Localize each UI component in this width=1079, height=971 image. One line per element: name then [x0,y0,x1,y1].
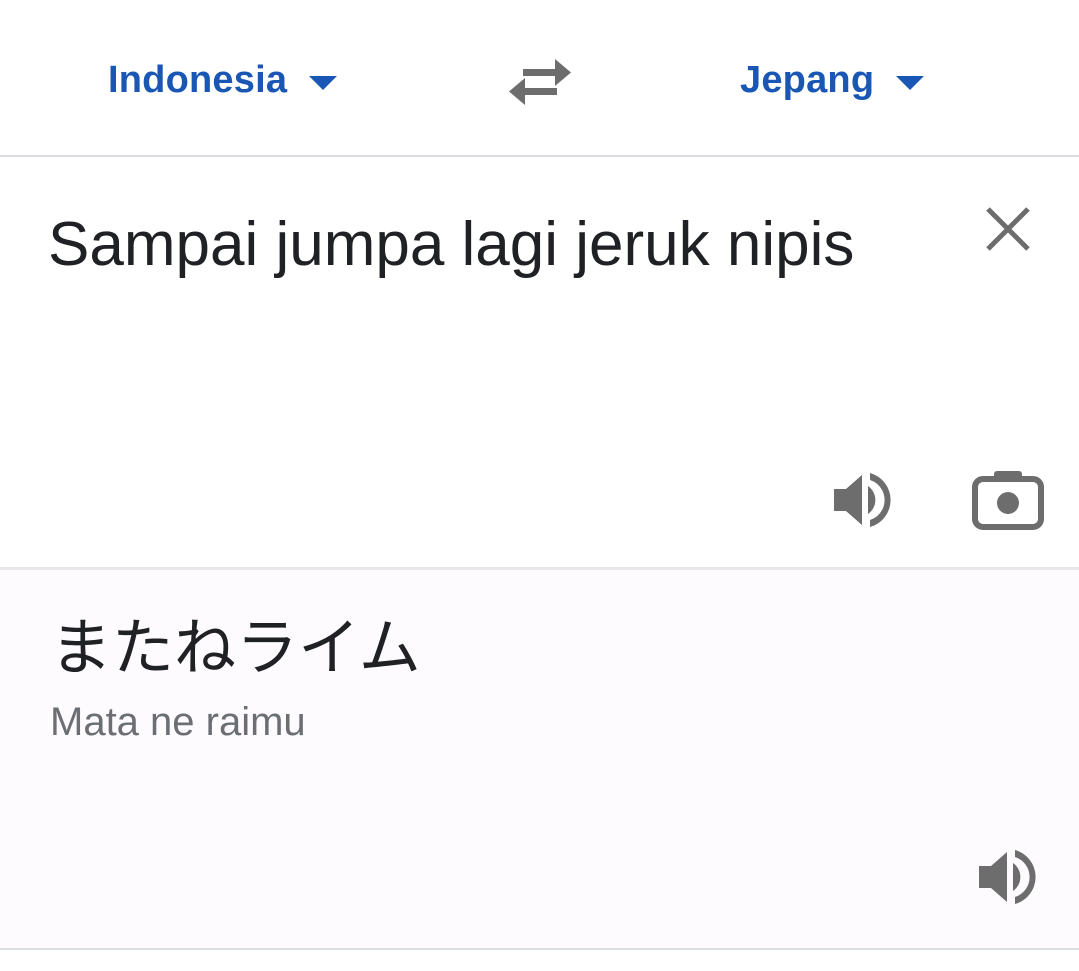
bottom-divider [0,948,1079,950]
source-panel: Sampai jumpa lagi jeruk nipis [0,157,1079,567]
caret-down-icon [309,76,338,90]
transliteration-text: Mata ne raimu [50,700,306,744]
speaker-icon [834,473,891,527]
swap-languages-icon [509,59,571,105]
translation-text: またねライム [50,611,421,684]
translate-screen: Indonesia Jepang Sampai jumpa lagi jeruk… [0,0,1079,971]
listen-source-button[interactable] [830,467,896,533]
clear-input-button[interactable] [978,199,1038,259]
caret-down-icon [896,76,925,90]
swap-languages-button[interactable] [505,50,575,114]
source-language-selector[interactable]: Indonesia [108,50,338,110]
camera-icon [972,471,1044,530]
close-icon [986,207,1030,251]
language-bar: Indonesia Jepang [0,0,1079,157]
listen-translation-button[interactable] [975,844,1041,910]
camera-button[interactable] [970,467,1046,533]
target-language-selector[interactable]: Jepang [740,50,925,110]
translation-panel: またねライム Mata ne raimu [0,570,1079,948]
speaker-icon [979,850,1036,904]
source-language-label: Indonesia [108,58,288,101]
source-text-input[interactable]: Sampai jumpa lagi jeruk nipis [48,195,908,295]
target-language-label: Jepang [740,58,875,101]
